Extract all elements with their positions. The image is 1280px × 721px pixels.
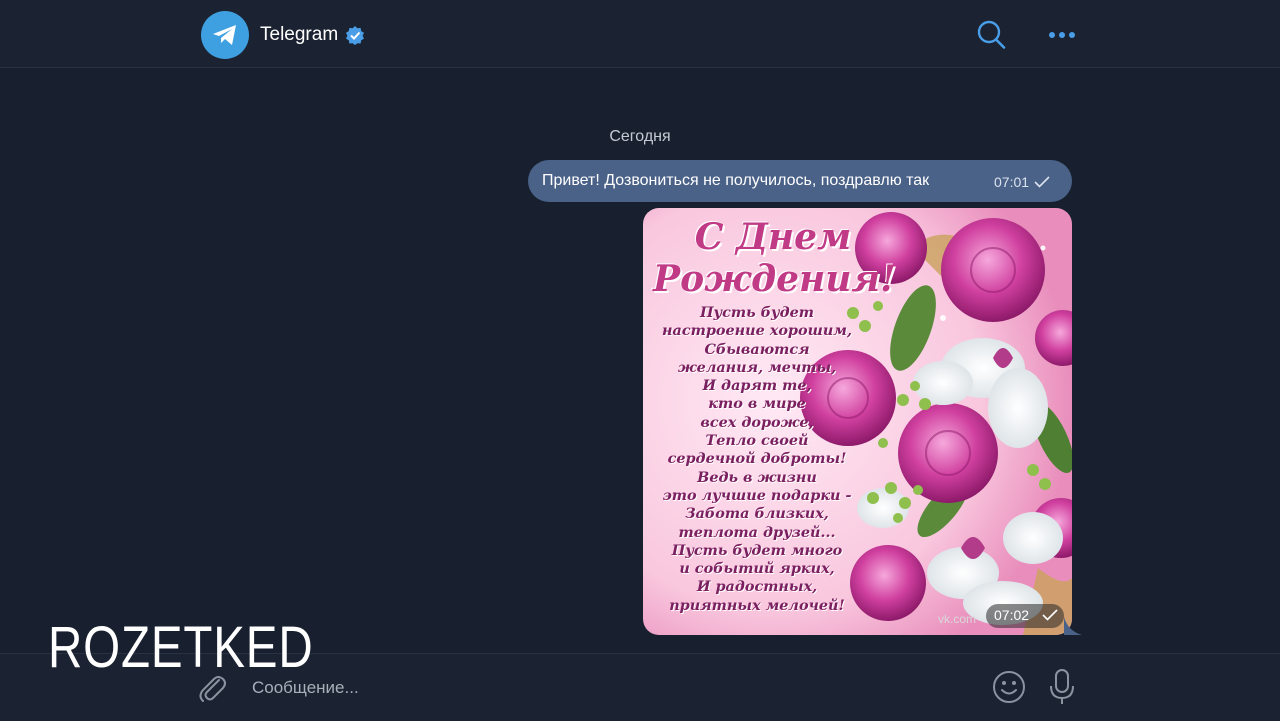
emoji-icon[interactable] <box>992 670 1026 704</box>
message-time: 07:02 <box>994 607 1030 623</box>
chat-header: Telegram <box>0 0 1280 68</box>
bubble-tail <box>1064 617 1082 635</box>
date-divider: Сегодня <box>609 128 671 145</box>
check-icon <box>1034 176 1050 188</box>
microphone-icon[interactable] <box>1049 668 1075 706</box>
outgoing-text-message[interactable]: Привет! Дозвониться не получилось, поздр… <box>528 160 1072 202</box>
card-heading: С Днем Рождения! <box>653 216 896 300</box>
more-dots-icon[interactable] <box>1046 24 1078 46</box>
message-text: Привет! Дозвониться не получилось, поздр… <box>542 172 930 189</box>
outgoing-image-message[interactable]: С Днем Рождения! Пусть будет настроение … <box>643 208 1072 635</box>
image-watermark: vk.com <box>938 612 977 626</box>
rozetked-logo: ROZETKED <box>48 615 314 680</box>
card-poem: Пусть будет настроение хорошим, Сбываютс… <box>662 304 852 614</box>
channel-title[interactable]: Telegram <box>260 24 338 46</box>
image-time-badge: 07:02 <box>986 604 1064 628</box>
telegram-paper-plane-icon <box>213 25 236 45</box>
message-input[interactable] <box>240 668 984 708</box>
check-icon <box>1042 609 1058 621</box>
message-time: 07:01 <box>994 174 1030 190</box>
channel-avatar[interactable] <box>201 11 249 59</box>
search-icon[interactable] <box>975 19 1007 51</box>
verified-badge-icon <box>346 26 364 45</box>
